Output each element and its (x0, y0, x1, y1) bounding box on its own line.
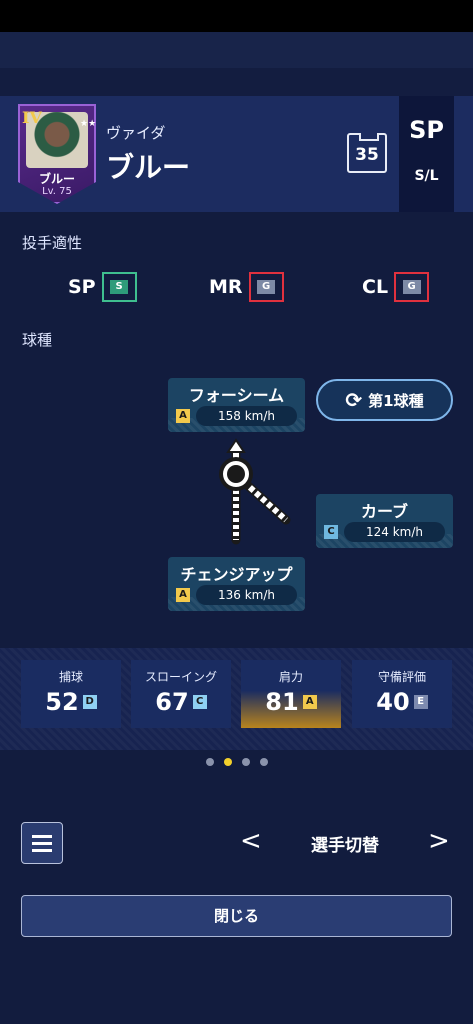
aptitude-label: CL (362, 276, 389, 298)
position-label: SP (409, 116, 444, 144)
pitch-name: フォーシーム (188, 386, 285, 405)
status-bar (0, 0, 473, 32)
stat-label: 肩力 (278, 670, 303, 684)
aptitude-sp: SP S (68, 272, 137, 302)
pitch-speed: 136 km/h (196, 585, 297, 605)
aptitude-label: MR (209, 276, 243, 298)
stat-grade: A (302, 695, 317, 709)
first-pitch-label: 第1球種 (368, 391, 424, 410)
stat-label: 守備評価 (377, 670, 426, 684)
stat-fielding: 捕球 52 D (21, 660, 121, 728)
aptitude-grade-badge: G (248, 272, 284, 302)
pitch-stats: A 136 km/h (176, 585, 297, 605)
aptitude-cl: CL G (362, 272, 430, 302)
player-name: ブルー (106, 151, 191, 184)
top-strip (0, 32, 473, 68)
stat-arm-strength: 肩力 81 A (241, 660, 341, 728)
aptitude-title: 投手適性 (22, 234, 83, 252)
aptitude-mr: MR G (209, 272, 284, 302)
pitch-grade: A (176, 409, 190, 423)
stat-label: スローイング (144, 670, 217, 684)
refresh-icon: ⟳ (345, 388, 363, 412)
stat-value: 81 (265, 688, 299, 716)
page-dot[interactable] (205, 758, 214, 766)
previous-player-button[interactable]: < (240, 826, 262, 856)
pitch-name: チェンジアップ (180, 565, 293, 584)
player-switch-label: 選手切替 (311, 836, 379, 856)
card-rank: IV (22, 108, 42, 127)
stat-value: 67 (155, 688, 189, 716)
stat-defense-rating: 守備評価 40 E (352, 660, 452, 728)
player-subname: ヴァイダ (106, 124, 166, 142)
uniform-number: 35 (355, 145, 379, 165)
pitch-box[interactable]: チェンジアップ A 136 km/h (168, 557, 305, 611)
bats-throws-label: S/L (414, 168, 439, 184)
position-panel: SP S/L (399, 96, 454, 212)
stat-grade: D (82, 695, 97, 709)
page-dot-active[interactable] (223, 758, 232, 766)
next-player-button[interactable]: > (428, 826, 450, 856)
pitch-speed: 158 km/h (196, 406, 297, 426)
pitch-stats: A 158 km/h (176, 406, 297, 426)
uniform-icon: 35 (347, 133, 387, 173)
page-indicator (0, 758, 473, 766)
stat-throwing: スローイング 67 C (131, 660, 231, 728)
stat-grade: C (192, 695, 207, 709)
stat-label: 捕球 (58, 670, 83, 684)
pitch-box[interactable]: フォーシーム A 158 km/h (168, 378, 305, 432)
stat-value: 40 (376, 688, 410, 716)
aptitude-grade-badge: S (101, 272, 137, 302)
card-stars: ★★★★★ (80, 120, 96, 129)
close-button[interactable]: 閉じる (21, 895, 452, 937)
card-name: ブルー (38, 172, 75, 186)
page-dot[interactable] (259, 758, 268, 766)
pitch-grade: C (324, 525, 338, 539)
pitches-title: 球種 (22, 331, 53, 349)
aptitude-label: SP (68, 276, 96, 298)
pitch-name: カーブ (360, 502, 409, 521)
aptitude-grade-badge: G (394, 272, 430, 302)
page-dot[interactable] (241, 758, 250, 766)
stat-value: 52 (45, 688, 79, 716)
pitch-box[interactable]: カーブ C 124 km/h (316, 494, 453, 548)
top-strip-secondary (0, 68, 473, 96)
stat-grade: E (413, 695, 428, 709)
pitch-grade: A (176, 588, 190, 602)
menu-button[interactable] (21, 822, 63, 864)
menu-icon (32, 834, 52, 838)
pitch-speed: 124 km/h (344, 522, 445, 542)
first-pitch-button[interactable]: ⟳ 第1球種 (316, 379, 453, 421)
pitch-direction-diagram (219, 438, 291, 545)
pitch-stats: C 124 km/h (324, 522, 445, 542)
